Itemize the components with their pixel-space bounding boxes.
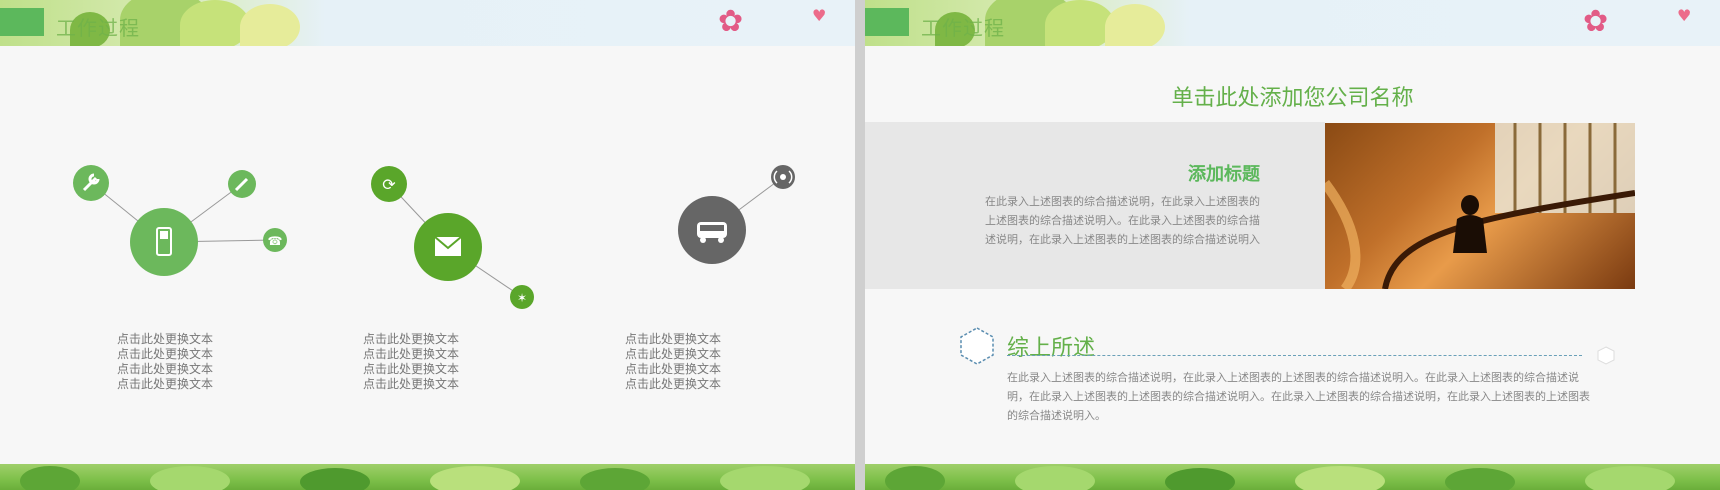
- photo-illustration: [1325, 123, 1635, 289]
- slide-right: 工作过程 ✿ ♥ 单击此处添加您公司名称 添加标题 在此录入上述图表的综合描述说…: [865, 0, 1720, 490]
- caption-line: 点击此处更换文本: [116, 332, 213, 346]
- small-hexagon-icon: [1595, 345, 1617, 371]
- bottom-banner: [0, 464, 855, 490]
- caption-line: 点击此处更换文本: [362, 362, 459, 376]
- bottom-banner: [865, 464, 1720, 490]
- butterfly-icon: ✿: [1583, 4, 1609, 39]
- diagram-phone: ☎: [73, 165, 287, 276]
- caption-3: 点击此处更换文本 点击此处更换文本 点击此处更换文本 点击此处更换文本: [603, 332, 743, 392]
- add-body: 在此录入上述图表的综合描述说明，在此录入上述图表的上述图表的综合描述说明入。在此…: [985, 195, 1260, 246]
- caption-2: 点击此处更换文本 点击此处更换文本 点击此处更换文本 点击此处更换文本: [341, 332, 481, 392]
- top-banner: 工作过程 ✿ ♥: [865, 0, 1720, 46]
- diagram-bus: [678, 165, 795, 264]
- add-title: 添加标题: [1188, 164, 1260, 185]
- svg-text:✶: ✶: [517, 291, 527, 305]
- caption-line: 点击此处更换文本: [624, 377, 721, 391]
- caption-line: 点击此处更换文本: [116, 377, 213, 391]
- caption-line: 点击此处更换文本: [624, 362, 721, 376]
- caption-line: 点击此处更换文本: [362, 377, 459, 391]
- banner-tab: [865, 8, 909, 36]
- caption-line: 点击此处更换文本: [624, 332, 721, 346]
- icon-diagrams: ☎ ⟳ ✶: [73, 165, 795, 309]
- slide-left: 工作过程 ✿ ♥ ☎ ⟳ ✶ 点击此处更换文本 点击此处更换文本 点击此处更换文…: [0, 0, 855, 490]
- summary-body: 在此录入上述图表的综合描述说明，在此录入上述图表的上述图表的综合描述说明入。在此…: [1007, 371, 1590, 422]
- caption-1: 点击此处更换文本 点击此处更换文本 点击此处更换文本 点击此处更换文本: [95, 332, 235, 392]
- caption-line: 点击此处更换文本: [362, 332, 459, 346]
- summary-title: 综上所述: [1007, 336, 1096, 361]
- caption-line: 点击此处更换文本: [362, 347, 459, 361]
- office-photo: [1325, 123, 1635, 289]
- banner-title: 工作过程: [921, 16, 1005, 40]
- diagram-envelope: ⟳ ✶: [371, 166, 534, 309]
- svg-text:⟳: ⟳: [382, 175, 396, 194]
- hexagon-icon: [957, 326, 997, 370]
- svg-text:☎: ☎: [268, 234, 283, 248]
- mobile-phone-icon: [130, 208, 198, 276]
- divider: [1007, 355, 1582, 356]
- caption-line: 点击此处更换文本: [116, 347, 213, 361]
- company-name: 单击此处添加您公司名称: [1171, 86, 1414, 111]
- caption-line: 点击此处更换文本: [624, 347, 721, 361]
- heart-icon: ♥: [1677, 6, 1692, 25]
- caption-line: 点击此处更换文本: [116, 362, 213, 376]
